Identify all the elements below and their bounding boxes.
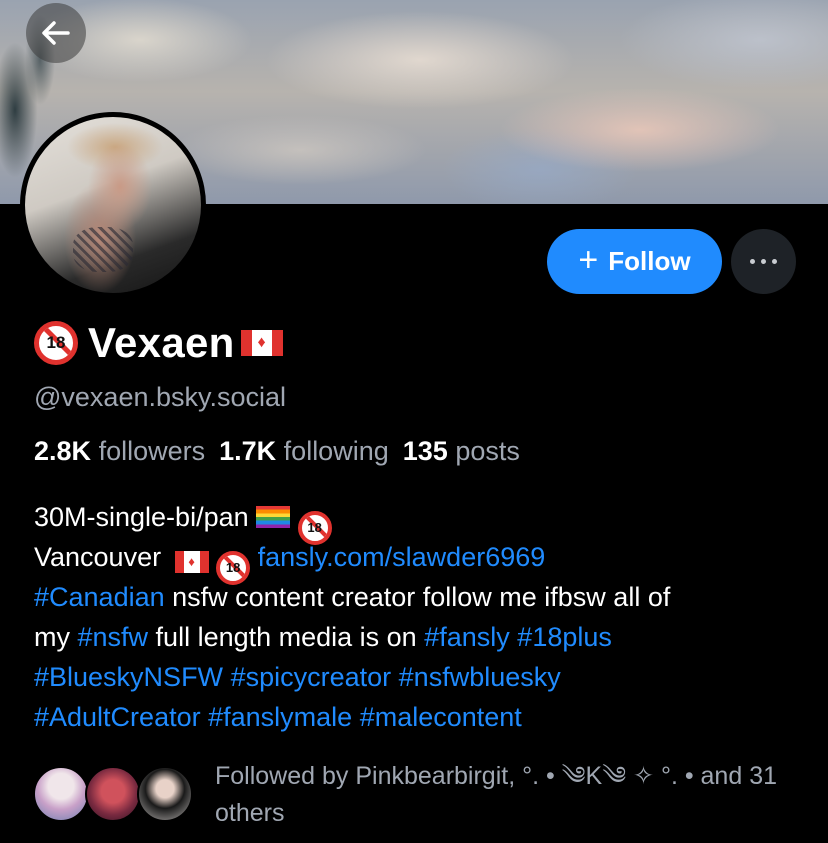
more-options-button[interactable] [731,229,796,294]
posts-count: 135 [402,436,448,466]
fansly-link[interactable]: fansly.com/slawder6969 [258,542,546,572]
avatar [137,766,193,822]
hashtag-malecontent[interactable]: #malecontent [360,702,522,732]
bio-line-1: 30M-single-bi/pan 18 [34,497,814,545]
profile-avatar[interactable] [20,112,206,298]
hashtag-nsfw[interactable]: #nsfw [78,622,149,652]
known-followers-avatars[interactable] [33,766,193,826]
profile-page: + Follow 18 Vexaen ♦ @vexaen.bsky.social… [0,0,828,843]
no-under-18-icon: 18 [34,321,78,365]
hashtag-adultcreator[interactable]: #AdultCreator [34,702,201,732]
back-button[interactable] [26,3,86,63]
rainbow-flag-icon [256,506,291,528]
bio-line-2: Vancouver ♦ 18 fansly.com/slawder6969 [34,537,814,585]
avatar [85,766,141,822]
following-label: following [283,436,389,466]
followers-count: 2.8K [34,436,92,466]
display-name: Vexaen [88,319,235,366]
hashtag-fansly[interactable]: #fansly [424,622,510,652]
known-followers-text[interactable]: Followed by Pinkbearbirgit, °. • ༄K༄ ✧ °… [215,758,805,832]
profile-handle: @vexaen.bsky.social [34,382,287,412]
ellipsis-icon [750,259,755,264]
hashtag-fanslymale[interactable]: #fanslymale [208,702,352,732]
canada-flag-icon: ♦ [174,550,209,573]
following-count: 1.7K [219,436,277,466]
bio-line-3: #Canadian nsfw content creator follow me… [34,582,671,612]
followers-label: followers [98,436,206,466]
hashtag-spicycreator[interactable]: #spicycreator [231,662,392,692]
hashtag-18plus[interactable]: #18plus [517,622,612,652]
bio-line-4: my #nsfw full length media is on #fansly… [34,622,612,652]
no-under-18-icon: 18 [216,551,251,585]
bio-line-5: #BlueskyNSFW #spicycreator #nsfwbluesky [34,657,814,697]
profile-stats: 2.8K followers 1.7K following 135 posts [34,436,520,467]
avatar-hand [73,227,133,272]
profile-bio: 30M-single-bi/pan 18 Vancouver ♦ 18 fans… [34,497,814,737]
posts-stat: 135 posts [403,436,520,466]
no-under-18-icon: 18 [297,511,332,545]
avatar [33,766,89,822]
bio-line-6: #AdultCreator #fanslymale #malecontent [34,697,814,737]
avatar-image [25,117,201,293]
display-name-row: 18 Vexaen ♦ [34,318,283,368]
arrow-left-icon [42,21,70,45]
followers-stat[interactable]: 2.8K followers [34,436,205,466]
hashtag-nsfwbluesky[interactable]: #nsfwbluesky [399,662,561,692]
following-stat[interactable]: 1.7K following [219,436,389,466]
posts-label: posts [455,436,520,466]
canada-flag-icon: ♦ [240,330,283,356]
follow-button[interactable]: + Follow [547,229,722,294]
follow-button-label: Follow [608,246,691,276]
plus-icon: + [578,241,599,279]
hashtag-blueskynsfw[interactable]: #BlueskyNSFW [34,662,223,692]
hashtag-canadian[interactable]: #Canadian [34,582,165,612]
